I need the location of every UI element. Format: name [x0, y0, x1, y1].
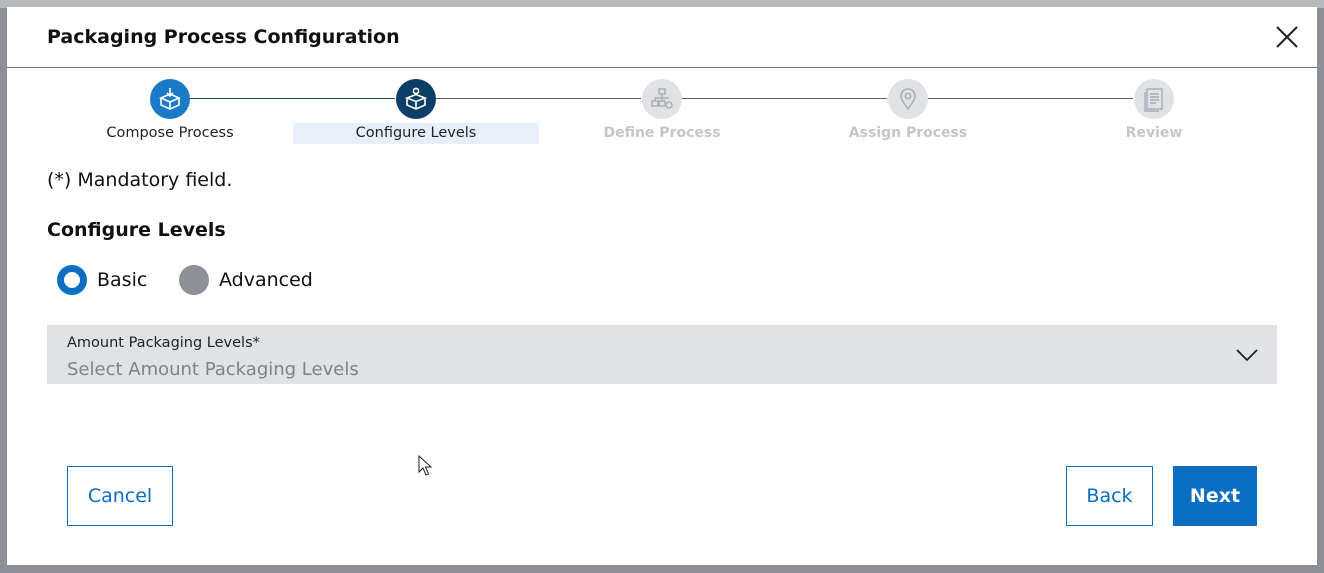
step-label: Assign Process [848, 125, 968, 141]
packaging-config-dialog: Packaging Process Configuration Compose … [7, 7, 1317, 565]
box-download-icon [159, 88, 181, 110]
radio-basic[interactable]: Basic [57, 264, 147, 296]
next-button[interactable]: Next [1173, 466, 1257, 526]
close-button[interactable] [1273, 23, 1301, 51]
step-label: Define Process [603, 125, 721, 141]
cancel-button[interactable]: Cancel [67, 466, 173, 526]
select-placeholder: Select Amount Packaging Levels [67, 359, 359, 380]
chevron-down-icon [1236, 349, 1258, 362]
dialog-header: Packaging Process Configuration [7, 7, 1317, 68]
step-assign-process[interactable]: Assign Process [785, 77, 1031, 153]
hierarchy-gear-icon [651, 88, 673, 109]
amount-packaging-levels-select[interactable]: Amount Packaging Levels* Select Amount P… [47, 325, 1277, 384]
radio-label: Basic [97, 269, 148, 291]
mandatory-note: (*) Mandatory field. [47, 169, 233, 191]
step-define-process[interactable]: Define Process [539, 77, 785, 153]
step-label: Configure Levels [293, 123, 539, 144]
close-icon [1276, 26, 1298, 48]
back-button[interactable]: Back [1066, 466, 1153, 526]
step-label: Review [1125, 125, 1183, 141]
radio-unselected-indicator [179, 265, 209, 295]
step-circle [1134, 79, 1174, 119]
step-circle [150, 79, 190, 119]
step-circle [642, 79, 682, 119]
dialog-title: Packaging Process Configuration [47, 26, 400, 48]
section-title: Configure Levels [47, 219, 226, 241]
radio-label: Advanced [219, 269, 313, 291]
step-circle [888, 79, 928, 119]
step-compose-process[interactable]: Compose Process [47, 77, 293, 153]
step-circle [396, 79, 436, 119]
select-label: Amount Packaging Levels* [67, 335, 260, 351]
location-pin-icon [900, 88, 916, 111]
box-gear-icon [404, 87, 428, 110]
radio-advanced[interactable]: Advanced [179, 264, 313, 296]
document-list-icon [1144, 88, 1163, 112]
step-review[interactable]: Review [1031, 77, 1277, 153]
mouse-pointer-icon [418, 455, 432, 476]
radio-selected-indicator [57, 265, 87, 295]
step-label: Compose Process [106, 125, 234, 141]
step-configure-levels[interactable]: Configure Levels [293, 77, 539, 153]
